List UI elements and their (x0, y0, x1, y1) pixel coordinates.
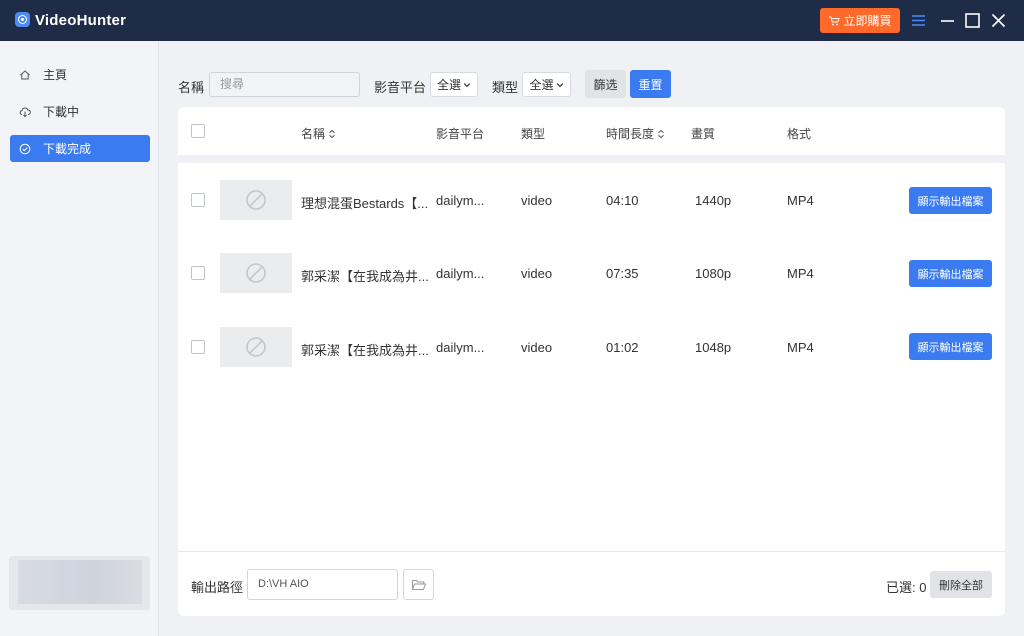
row-name: 郭采潔【在我成為井... (301, 343, 429, 358)
row-checkbox[interactable] (191, 340, 205, 354)
video-thumbnail (220, 327, 292, 367)
row-duration: 04:10 (606, 193, 639, 208)
column-header-type: 類型 (521, 125, 545, 142)
cloud-download-icon (18, 105, 31, 118)
show-output-file-button[interactable]: 顯示輸出檔案 (909, 187, 992, 214)
row-platform: dailym... (436, 340, 485, 355)
app-logo-icon (15, 12, 30, 27)
sidebar-item-label: 下載完成 (43, 142, 92, 156)
type-select[interactable]: 全選 (522, 72, 571, 97)
no-thumbnail-icon (246, 190, 266, 210)
column-header-label: 畫質 (691, 127, 716, 141)
video-thumbnail (220, 253, 292, 293)
column-header-quality: 畫質 (691, 125, 715, 142)
minimize-icon[interactable] (939, 12, 956, 29)
sidebar-item-completed[interactable]: 下載完成 (10, 135, 150, 162)
buy-now-button[interactable]: 立即購買 (820, 8, 900, 33)
chevron-down-icon (463, 82, 471, 87)
maximize-icon[interactable] (964, 12, 981, 29)
close-icon[interactable] (990, 12, 1007, 29)
row-duration: 01:02 (606, 340, 639, 355)
search-input[interactable]: 搜尋 (209, 72, 360, 97)
row-platform: dailym... (436, 193, 485, 208)
app-title: VideoHunter (35, 12, 127, 29)
promo-banner[interactable] (9, 556, 150, 610)
column-header-label: 名稱 (301, 127, 326, 141)
platform-filter-label: 影音平台 (374, 80, 427, 95)
selected-count: 已選: 0 (886, 580, 927, 595)
name-filter-label: 名稱 (178, 80, 205, 95)
column-header-format: 格式 (787, 125, 811, 142)
type-filter-label: 類型 (492, 80, 519, 95)
sort-icon (329, 129, 335, 138)
row-duration: 07:35 (606, 266, 639, 281)
sort-icon (658, 129, 664, 138)
row-type: video (521, 340, 553, 355)
column-header-label: 影音平台 (436, 127, 485, 141)
buy-now-label: 立即購買 (843, 14, 892, 28)
row-format: MP4 (787, 340, 814, 355)
browse-folder-button[interactable] (403, 569, 434, 600)
type-select-value: 全選 (529, 78, 554, 92)
folder-open-icon (411, 579, 426, 590)
row-format: MP4 (787, 193, 814, 208)
row-name: 理想混蛋Bestards【... (301, 196, 429, 211)
column-header-platform: 影音平台 (436, 125, 484, 142)
row-name: 郭采潔【在我成為井... (301, 269, 429, 284)
column-header-label: 類型 (521, 127, 546, 141)
delete-all-button[interactable]: 刪除全部 (930, 571, 992, 598)
sidebar: 主頁 下載中 下載完成 (0, 41, 159, 636)
no-thumbnail-icon (246, 337, 266, 357)
sidebar-item-home[interactable]: 主頁 (10, 61, 150, 88)
platform-select[interactable]: 全選 (430, 72, 478, 97)
row-quality: 1080p (695, 266, 732, 281)
table-row[interactable]: 郭采潔【在我成為井... dailym... video 01:02 1048p… (178, 310, 1005, 383)
reset-button[interactable]: 重置 (630, 70, 671, 98)
platform-select-value: 全選 (436, 78, 461, 92)
sidebar-item-label: 主頁 (43, 68, 68, 82)
chevron-down-icon (556, 82, 563, 87)
no-thumbnail-icon (246, 263, 266, 283)
column-header-name[interactable]: 名稱 (301, 125, 336, 142)
row-type: video (521, 266, 553, 281)
video-thumbnail (220, 180, 292, 220)
cart-icon (829, 16, 841, 25)
table-row[interactable]: 理想混蛋Bestards【... dailym... video 04:10 1… (178, 164, 1005, 237)
title-bar: VideoHunter 立即購買 (0, 0, 1024, 41)
column-header-duration[interactable]: 時間長度 (606, 125, 665, 142)
column-header-label: 格式 (787, 127, 812, 141)
sidebar-item-label: 下載中 (43, 105, 80, 119)
output-path-label: 輸出路徑 (191, 580, 244, 595)
row-checkbox[interactable] (191, 266, 205, 280)
row-platform: dailym... (436, 266, 485, 281)
search-placeholder: 搜尋 (220, 77, 245, 91)
row-format: MP4 (787, 266, 814, 281)
row-type: video (521, 193, 553, 208)
check-circle-icon (18, 142, 31, 155)
column-header-label: 時間長度 (606, 127, 655, 141)
show-output-file-button[interactable]: 顯示輸出檔案 (909, 333, 992, 360)
output-path-field[interactable]: D:\VH AIO (247, 569, 398, 600)
menu-icon[interactable] (910, 12, 927, 29)
show-output-file-button[interactable]: 顯示輸出檔案 (909, 260, 992, 287)
sidebar-item-downloading[interactable]: 下載中 (10, 98, 150, 125)
row-checkbox[interactable] (191, 193, 205, 207)
row-quality: 1440p (695, 193, 732, 208)
select-all-checkbox[interactable] (191, 124, 205, 138)
footer-divider (178, 551, 1005, 552)
filter-button[interactable]: 篩选 (585, 70, 626, 98)
row-quality: 1048p (695, 340, 732, 355)
home-icon (18, 68, 31, 81)
table-row[interactable]: 郭采潔【在我成為井... dailym... video 07:35 1080p… (178, 237, 1005, 310)
